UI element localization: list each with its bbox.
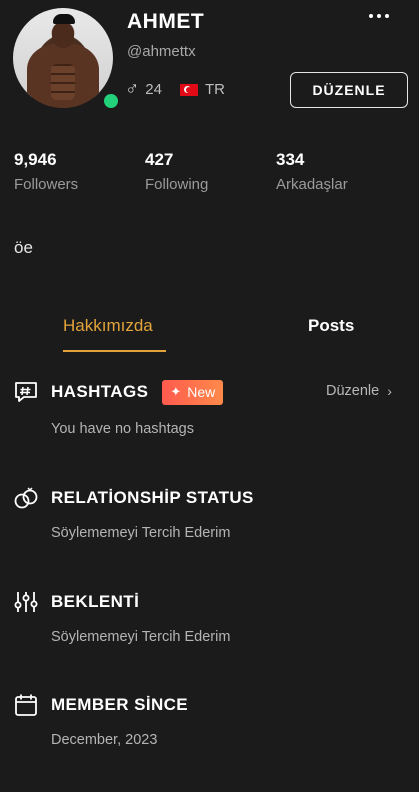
expectation-section-header: BEKLENTİ	[13, 589, 139, 615]
hashtags-value: You have no hashtags	[51, 421, 194, 437]
tab-posts[interactable]: Posts	[308, 316, 354, 336]
online-status-indicator	[101, 91, 121, 111]
stat-following-value: 427	[145, 150, 174, 169]
relationship-title: RELATİONSHİP STATUS	[51, 488, 254, 507]
profile-handle: @ahmettx	[127, 43, 196, 60]
rings-icon	[14, 487, 38, 509]
stat-friends[interactable]: 334 Arkadaşlar	[276, 150, 348, 193]
stat-following-label: Following	[145, 176, 209, 193]
profile-bio: öe	[14, 238, 33, 257]
more-icon-dot	[369, 14, 373, 18]
stat-followers[interactable]: 9,946 Followers	[14, 150, 78, 193]
calendar-icon	[15, 694, 37, 716]
sparkle-icon: ✦	[170, 384, 182, 399]
relationship-value: Söylememeyi Tercih Ederim	[51, 525, 231, 541]
stat-followers-value: 9,946	[14, 150, 57, 169]
more-icon-dot	[377, 14, 381, 18]
hashtags-edit-label: Düzenle	[326, 383, 380, 399]
new-badge-label: New	[187, 384, 216, 400]
avatar-figure-cap	[53, 14, 75, 24]
hashtags-section-header: HASHTAGS ✦ New	[13, 379, 224, 405]
male-icon: ♂	[125, 79, 140, 100]
profile-name: AHMET	[127, 10, 205, 33]
avatar-figure-abs	[51, 64, 75, 100]
avatar[interactable]	[13, 8, 113, 108]
avatar-figure-head	[52, 22, 74, 48]
profile-page: AHMET @ahmettx ♂ 24 TR DÜZENLE 9,946 Fol…	[0, 0, 419, 792]
hashtags-title: HASHTAGS	[51, 382, 149, 401]
stat-friends-value: 334	[276, 150, 305, 169]
more-icon[interactable]	[369, 14, 389, 18]
relationship-section-header: RELATİONSHİP STATUS	[13, 485, 254, 511]
more-icon-dot	[385, 14, 389, 18]
expectation-value: Söylememeyi Tercih Ederim	[51, 629, 231, 645]
member-since-value: December, 2023	[51, 732, 158, 748]
profile-meta: ♂ 24 TR	[125, 80, 225, 99]
stat-followers-label: Followers	[14, 176, 79, 193]
avatar-container[interactable]	[13, 8, 121, 111]
active-tab-indicator	[63, 350, 166, 352]
new-badge: ✦ New	[162, 379, 224, 405]
hashtag-chat-icon	[15, 382, 37, 402]
profile-age: 24	[145, 81, 162, 98]
hashtags-edit-button[interactable]: Düzenle ›	[326, 383, 392, 399]
member-since-title: MEMBER SİNCE	[51, 695, 189, 714]
chevron-right-icon: ›	[387, 383, 392, 399]
tab-about[interactable]: Hakkımızda	[63, 316, 153, 336]
edit-profile-button[interactable]: DÜZENLE	[290, 72, 408, 108]
expectation-title: BEKLENTİ	[51, 592, 140, 611]
stat-friends-label: Arkadaşlar	[276, 176, 348, 193]
flag-tr-icon	[179, 83, 198, 96]
sliders-icon	[14, 592, 38, 612]
profile-country: TR	[204, 81, 225, 98]
member-since-section-header: MEMBER SİNCE	[13, 692, 188, 718]
stat-following[interactable]: 427 Following	[145, 150, 208, 193]
